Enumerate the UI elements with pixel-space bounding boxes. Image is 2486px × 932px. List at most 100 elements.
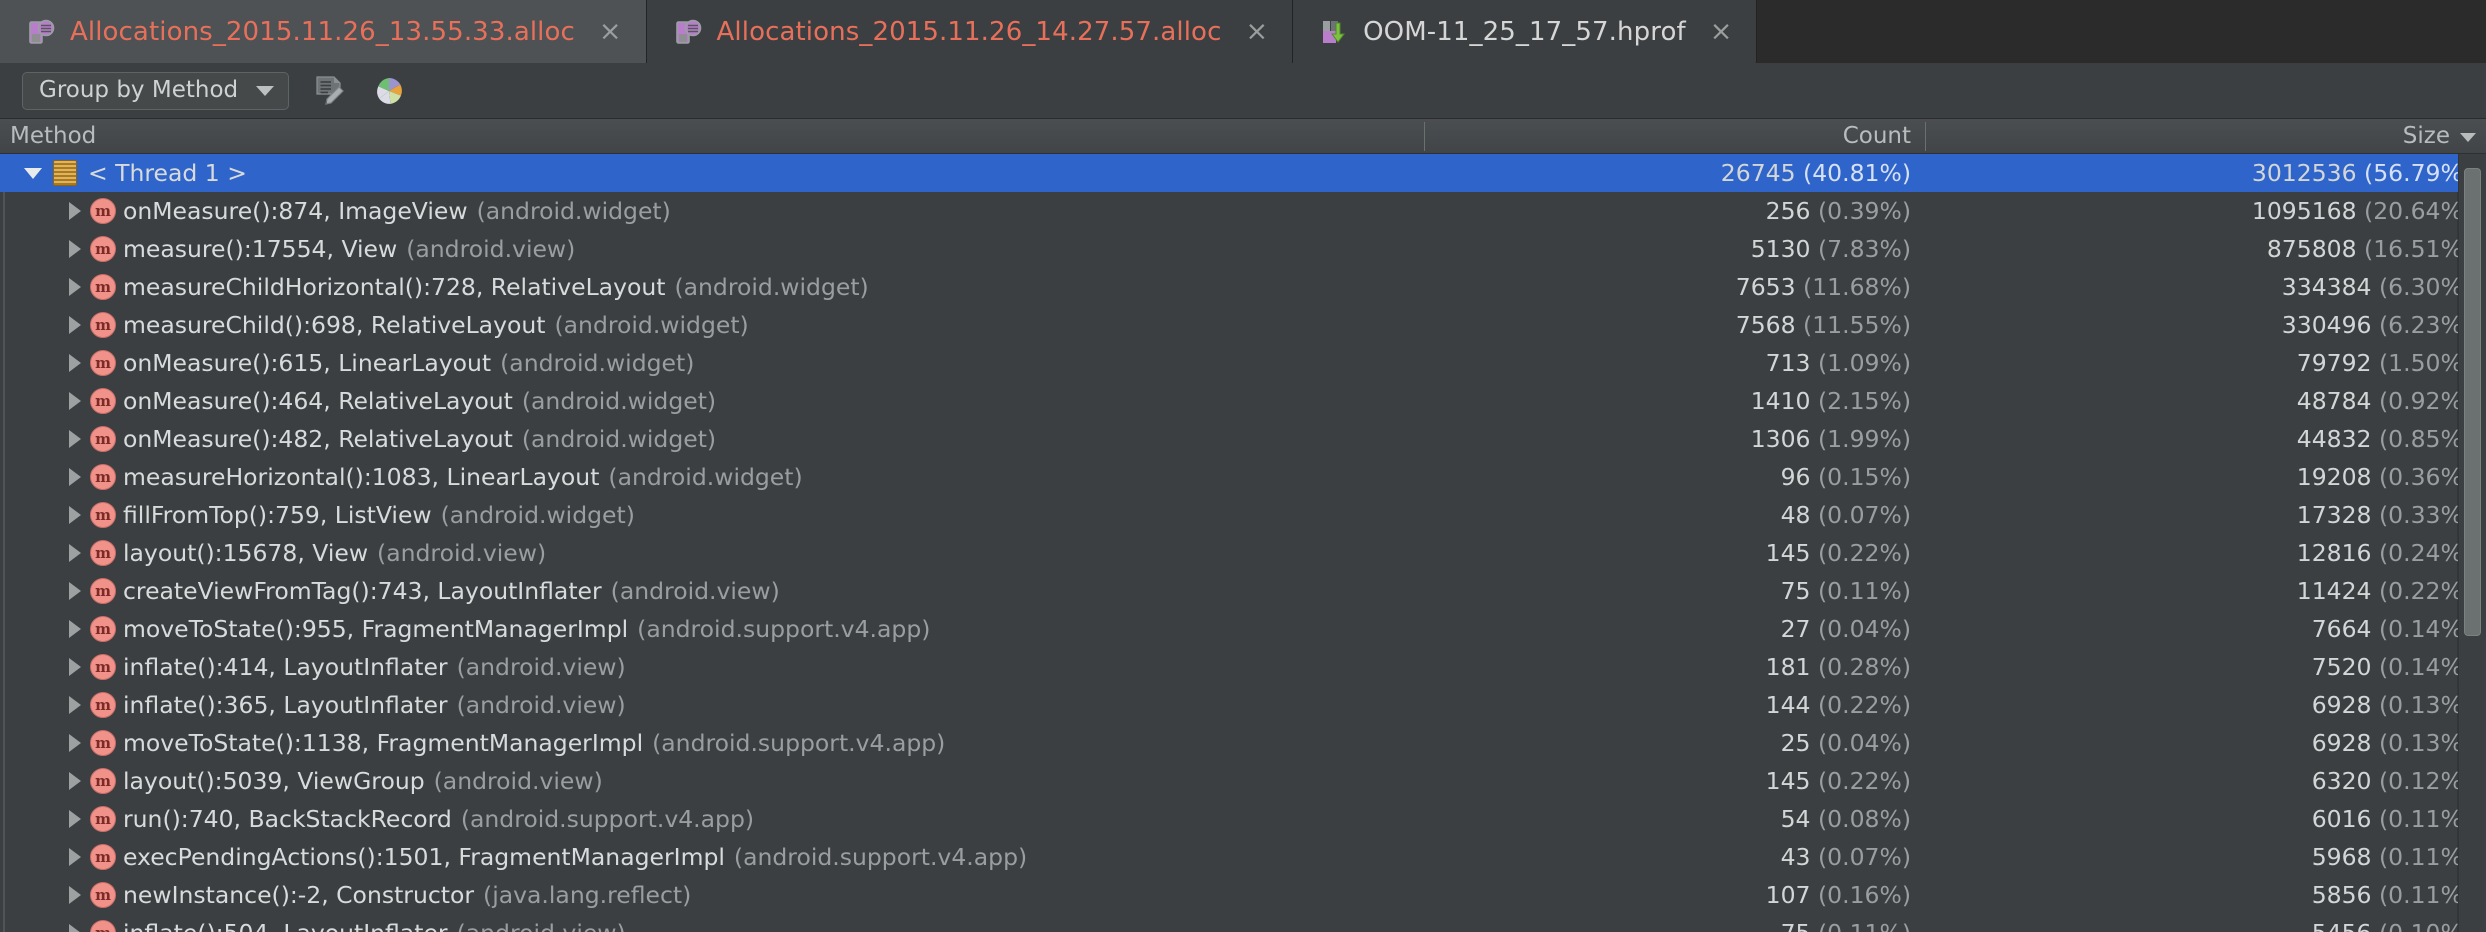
count-value: 27 [1780, 615, 1811, 643]
expand-arrow-down-icon[interactable] [20, 167, 46, 179]
column-header-size[interactable]: Size [1925, 119, 2486, 154]
expand-arrow-right-icon[interactable] [62, 658, 88, 676]
export-report-icon[interactable] [309, 71, 349, 111]
column-divider[interactable] [1925, 121, 1926, 151]
vertical-scrollbar-thumb[interactable] [2464, 168, 2481, 636]
expand-arrow-right-icon[interactable] [62, 772, 88, 790]
method-icon: m [90, 540, 116, 566]
editor-tab-label: Allocations_2015.11.26_13.55.33.alloc [70, 16, 575, 47]
package-name: (java.lang.reflect) [483, 881, 692, 909]
count-percent: (1.09%) [1818, 349, 1911, 377]
triangle-icon [69, 240, 81, 258]
size-value: 7520 [2311, 653, 2372, 681]
table-row[interactable]: m inflate():504, LayoutInflater (android.v… [0, 914, 2486, 932]
expand-arrow-right-icon[interactable] [62, 354, 88, 372]
cell-count: 75 (0.11%) [1424, 577, 1925, 605]
triangle-icon [69, 772, 81, 790]
table-row[interactable]: < Thread 1 >26745 (40.81%) 3012536 (56.79… [0, 154, 2486, 192]
table-row[interactable]: m onMeasure():464, RelativeLayout (android… [0, 382, 2486, 420]
cell-method: m layout():5039, ViewGroup (android.view) [0, 767, 1424, 795]
method-icon: m [90, 806, 116, 832]
expand-arrow-right-icon[interactable] [62, 810, 88, 828]
table-row[interactable]: m moveToState():1138, FragmentManagerImpl… [0, 724, 2486, 762]
triangle-icon [69, 848, 81, 866]
cell-count: 27 (0.04%) [1424, 615, 1925, 643]
method-name: layout():15678, View [123, 539, 369, 567]
table-row[interactable]: m createViewFromTag():743, LayoutInflater… [0, 572, 2486, 610]
allocation-toolbar: Group by Method [0, 63, 2486, 119]
table-row[interactable]: m onMeasure():615, LinearLayout (android.w… [0, 344, 2486, 382]
count-value: 26745 [1720, 159, 1796, 187]
size-value: 330496 [2281, 311, 2372, 339]
package-name: (android.support.v4.app) [733, 843, 1028, 871]
editor-tab-1[interactable]: Allocations_2015.11.26_14.27.57.alloc × [646, 0, 1294, 63]
expand-arrow-right-icon[interactable] [62, 924, 88, 932]
table-row[interactable]: m execPendingActions():1501, FragmentMana… [0, 838, 2486, 876]
method-icon: m [90, 312, 116, 338]
expand-arrow-right-icon[interactable] [62, 620, 88, 638]
table-row[interactable]: m moveToState():955, FragmentManagerImpl (… [0, 610, 2486, 648]
close-icon[interactable]: × [1710, 18, 1733, 45]
triangle-icon [69, 354, 81, 372]
expand-arrow-right-icon[interactable] [62, 848, 88, 866]
table-row[interactable]: m layout():5039, ViewGroup (android.view) 1… [0, 762, 2486, 800]
expand-arrow-right-icon[interactable] [62, 202, 88, 220]
package-name: (android.support.v4.app) [637, 615, 931, 643]
table-row[interactable]: m onMeasure():482, RelativeLayout (android… [0, 420, 2486, 458]
vertical-scrollbar[interactable] [2458, 154, 2486, 932]
cell-size: 330496 (6.23%) [1925, 311, 2486, 339]
table-row[interactable]: m measure():17554, View (android.view) 5130… [0, 230, 2486, 268]
cell-method: m execPendingActions():1501, FragmentMana… [0, 843, 1424, 871]
expand-arrow-right-icon[interactable] [62, 278, 88, 296]
triangle-icon [69, 620, 81, 638]
close-icon[interactable]: × [599, 18, 622, 45]
expand-arrow-right-icon[interactable] [62, 544, 88, 562]
package-name: (android.view) [457, 919, 626, 932]
expand-arrow-right-icon[interactable] [62, 734, 88, 752]
package-name: (android.view) [610, 577, 780, 605]
table-row[interactable]: m measureChildHorizontal():728, RelativeL… [0, 268, 2486, 306]
count-percent: (1.99%) [1818, 425, 1911, 453]
count-value: 7568 [1735, 311, 1796, 339]
expand-arrow-right-icon[interactable] [62, 468, 88, 486]
count-percent: (0.11%) [1818, 577, 1911, 605]
cell-method: m onMeasure():615, LinearLayout (android.w… [0, 349, 1424, 377]
table-row[interactable]: m inflate():365, LayoutInflater (android.v… [0, 686, 2486, 724]
table-row[interactable]: m layout():15678, View (android.view) 145 (… [0, 534, 2486, 572]
column-header-method-label: Method [10, 123, 97, 149]
expand-arrow-right-icon[interactable] [62, 506, 88, 524]
count-value: 145 [1765, 539, 1811, 567]
column-header-method[interactable]: Method [0, 119, 1424, 154]
table-row[interactable]: m fillFromTop():759, ListView (android.wid… [0, 496, 2486, 534]
triangle-icon [69, 430, 81, 448]
expand-arrow-right-icon[interactable] [62, 392, 88, 410]
count-percent: (0.08%) [1818, 805, 1911, 833]
column-header-count[interactable]: Count [1424, 119, 1925, 154]
close-icon[interactable]: × [1245, 18, 1268, 45]
table-row[interactable]: m run():740, BackStackRecord (android.supp… [0, 800, 2486, 838]
expand-arrow-right-icon[interactable] [62, 886, 88, 904]
count-value: 256 [1765, 197, 1811, 225]
table-row[interactable]: m measureHorizontal():1083, LinearLayout (… [0, 458, 2486, 496]
column-divider[interactable] [1424, 121, 1425, 151]
editor-tab-0[interactable]: Allocations_2015.11.26_13.55.33.alloc × [0, 0, 647, 63]
package-name: (android.view) [456, 653, 626, 681]
table-row[interactable]: m onMeasure():874, ImageView (android.widg… [0, 192, 2486, 230]
table-row[interactable]: m newInstance():-2, Constructor (java.lang… [0, 876, 2486, 914]
cell-size: 48784 (0.92%) [1925, 387, 2486, 415]
cell-method: m run():740, BackStackRecord (android.supp… [0, 805, 1424, 833]
pie-chart-icon[interactable] [369, 71, 409, 111]
count-value: 713 [1765, 349, 1811, 377]
expand-arrow-right-icon[interactable] [62, 316, 88, 334]
expand-arrow-right-icon[interactable] [62, 430, 88, 448]
column-header-count-label: Count [1842, 123, 1911, 149]
table-row[interactable]: m inflate():414, LayoutInflater (android.v… [0, 648, 2486, 686]
group-by-dropdown[interactable]: Group by Method [22, 71, 290, 110]
expand-arrow-right-icon[interactable] [62, 582, 88, 600]
expand-arrow-right-icon[interactable] [62, 696, 88, 714]
table-row[interactable]: m measureChild():698, RelativeLayout (andr… [0, 306, 2486, 344]
method-name: inflate():504, LayoutInflater [123, 919, 448, 932]
expand-arrow-right-icon[interactable] [62, 240, 88, 258]
cell-count: 1410 (2.15%) [1424, 387, 1925, 415]
editor-tab-2[interactable]: OOM-11_25_17_57.hprof × [1293, 0, 1758, 63]
